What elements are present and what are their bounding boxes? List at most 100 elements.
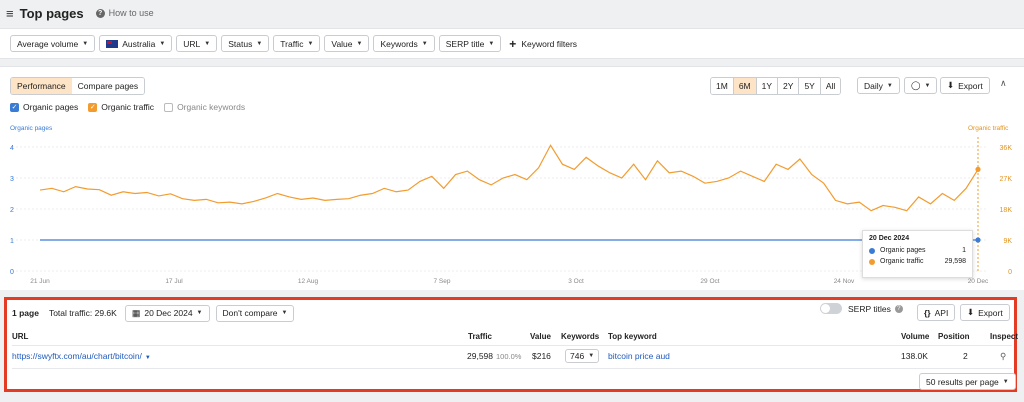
code-braces-icon: {} — [924, 307, 931, 318]
organic-traffic-point — [975, 166, 981, 172]
right-y-tick-label: 9K — [1003, 238, 1012, 245]
top-pages-table-panel: 1 page Total traffic: 29.6K ▦ 20 Dec 2024… — [4, 297, 1018, 392]
tooltip-value: 29,598 — [944, 258, 966, 265]
row-traffic-pct: 100.0% — [496, 352, 522, 361]
chevron-down-icon: ▼ — [144, 355, 151, 361]
url-filter[interactable]: URL ▼ — [176, 35, 218, 52]
chevron-down-icon: ▼ — [281, 310, 288, 316]
chevron-down-icon: ▼ — [256, 40, 263, 47]
value-filter-label: Value — [331, 38, 353, 49]
value-filter[interactable]: Value ▼ — [324, 35, 370, 52]
tooltip-label: Organic traffic — [880, 258, 924, 265]
download-icon: ⬇ — [967, 307, 975, 317]
column-top-keyword[interactable]: Top keyword — [608, 332, 657, 341]
serp-titles-label: SERP titles — [848, 303, 891, 314]
x-tick-label: 29 Oct — [700, 278, 719, 285]
column-url[interactable]: URL — [12, 332, 28, 341]
keyword-filters-button[interactable]: + Keyword filters — [509, 37, 577, 51]
calendar-icon: ▦ — [131, 307, 141, 318]
plus-icon: + — [509, 36, 517, 51]
right-y-tick-label: 27K — [1000, 176, 1013, 183]
tooltip-row: Organic pages 1 — [869, 247, 966, 254]
x-tick-label: 24 Nov — [834, 278, 855, 285]
date-picker[interactable]: ▦ 20 Dec 2024 ▼ — [124, 304, 210, 322]
search-icon[interactable]: ⚲ — [1000, 351, 1006, 362]
help-icon: ? — [95, 8, 105, 18]
column-volume[interactable]: Volume — [901, 332, 929, 341]
total-traffic: Total traffic: 29.6K — [48, 308, 117, 318]
tooltip-value: 1 — [962, 247, 966, 254]
status-filter[interactable]: Status ▼ — [221, 35, 270, 52]
row-position: 2 — [963, 351, 968, 361]
x-tick-label: 3 Oct — [568, 278, 584, 285]
divider — [12, 368, 1012, 369]
average-volume-filter[interactable]: Average volume ▼ — [10, 35, 96, 52]
toggle-switch[interactable] — [820, 303, 842, 314]
traffic-filter[interactable]: Traffic ▼ — [273, 35, 321, 52]
country-label: Australia — [122, 38, 156, 49]
organic-pages-point — [975, 237, 981, 243]
left-y-tick-label: 4 — [10, 145, 14, 152]
x-tick-label: 12 Aug — [298, 278, 319, 285]
column-keywords[interactable]: Keywords — [561, 332, 599, 341]
row-volume: 138.0K — [901, 351, 928, 361]
blue-dot-icon — [869, 247, 875, 254]
chevron-down-icon: ▼ — [588, 353, 595, 359]
column-position[interactable]: Position — [938, 332, 970, 341]
keywords-filter[interactable]: Keywords ▼ — [373, 35, 435, 52]
x-tick-label: 20 Dec — [968, 278, 989, 285]
chart-tooltip: 20 Dec 2024 Organic pages 1 Organic traf… — [862, 230, 973, 278]
chevron-down-icon: ▼ — [196, 310, 203, 316]
keyword-filters-label: Keyword filters — [521, 38, 578, 49]
traffic-filter-label: Traffic — [280, 38, 304, 49]
x-tick-label: 17 Jul — [165, 278, 183, 285]
right-y-tick-label: 0 — [1008, 269, 1012, 276]
results-per-page-select[interactable]: 50 results per page ▼ — [919, 373, 1016, 390]
divider — [12, 345, 1012, 346]
tooltip-label: Organic pages — [880, 247, 926, 254]
top-keyword-link[interactable]: bitcoin price aud — [608, 351, 670, 361]
left-y-tick-label: 0 — [10, 269, 14, 276]
url-text: https://swyftx.com/au/chart/bitcoin/ — [12, 351, 142, 361]
compare-label: Don't compare — [222, 308, 278, 318]
chevron-down-icon: ▼ — [204, 40, 211, 47]
left-y-tick-label: 2 — [10, 207, 14, 214]
row-value: $216 — [532, 351, 551, 361]
compare-select[interactable]: Don't compare ▼ — [215, 304, 295, 322]
status-filter-label: Status — [228, 38, 253, 49]
how-to-use-link[interactable]: ? How to use — [95, 8, 154, 18]
chevron-down-icon: ▼ — [488, 40, 495, 47]
column-value[interactable]: Value — [530, 332, 551, 341]
api-button[interactable]: {} API — [917, 304, 956, 321]
chart-panel: Performance Compare pages 1M 6M 1Y 2Y 5Y… — [0, 66, 1024, 290]
help-icon: ? — [894, 304, 903, 313]
serp-title-filter[interactable]: SERP title ▼ — [438, 35, 502, 52]
pages-count: 1 page — [12, 308, 39, 318]
right-y-tick-label: 18K — [1000, 207, 1013, 214]
top-bar: ≡ Top pages ? How to use — [0, 0, 1024, 26]
chevron-down-icon: ▼ — [421, 40, 428, 47]
left-y-tick-label: 1 — [10, 238, 14, 245]
x-tick-label: 7 Sep — [434, 278, 451, 285]
keywords-filter-label: Keywords — [380, 38, 418, 49]
keywords-count-button[interactable]: 746 ▼ — [565, 349, 600, 363]
serp-titles-toggle[interactable]: SERP titles ? — [820, 303, 903, 314]
api-label: API — [934, 307, 949, 318]
right-y-tick-label: 36K — [1000, 145, 1013, 152]
chevron-down-icon: ▼ — [307, 40, 314, 47]
date-label: 20 Dec 2024 — [144, 308, 193, 318]
how-to-use-label: How to use — [108, 8, 154, 18]
url-link[interactable]: https://swyftx.com/au/chart/bitcoin/▼ — [12, 351, 151, 361]
filter-bar: Average volume ▼ Australia ▼ URL ▼ Status ▼ … — [0, 28, 1024, 59]
hamburger-menu-icon[interactable]: ≡ — [6, 6, 14, 21]
tooltip-row: Organic traffic 29,598 — [869, 258, 966, 265]
column-traffic[interactable]: Traffic — [468, 332, 492, 341]
table-row: https://swyftx.com/au/chart/bitcoin/▼ 29… — [12, 349, 1012, 365]
table-export-button[interactable]: ⬇ Export — [960, 304, 1010, 321]
row-traffic: 29,598 — [467, 351, 493, 361]
orange-dot-icon — [869, 258, 875, 265]
keywords-count: 746 — [570, 351, 585, 361]
average-volume-label: Average volume — [17, 38, 79, 49]
table-header: URL Traffic Value Keywords Top keyword V… — [12, 332, 1018, 344]
country-filter[interactable]: Australia ▼ — [99, 35, 173, 52]
